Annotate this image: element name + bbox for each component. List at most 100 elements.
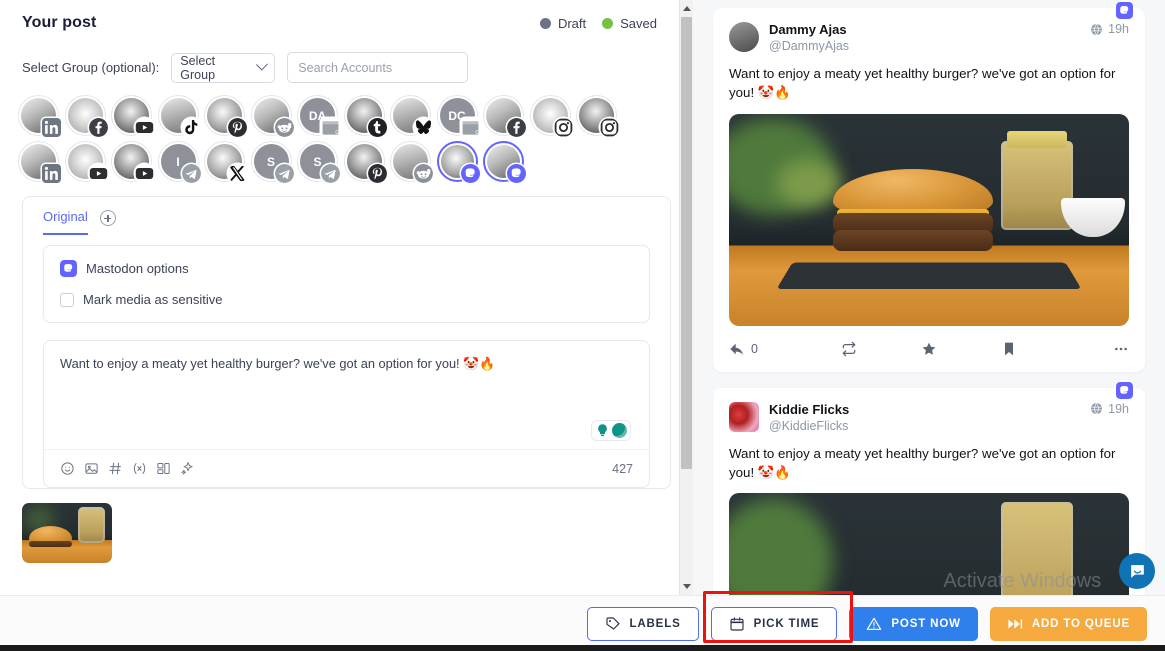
post-now-button[interactable]: POST NOW <box>849 606 978 641</box>
account-avatar-telegram[interactable]: S <box>297 141 340 183</box>
burger-patty-bottom <box>833 230 993 252</box>
account-avatar-telegram[interactable]: I <box>157 141 201 183</box>
linkedin-icon <box>42 164 61 183</box>
attached-media-thumbnail[interactable] <box>22 503 112 563</box>
sensitive-media-row[interactable]: Mark media as sensitive <box>60 292 633 307</box>
composer-card: Original Mastodon options Mark media as … <box>22 196 671 489</box>
platform-badge-youtube <box>88 164 108 183</box>
mastodon-icon <box>460 164 480 183</box>
select-group-dropdown[interactable]: Select Group <box>171 52 276 83</box>
account-avatar-google[interactable]: DA G <box>297 95 340 137</box>
chat-bubble-icon <box>1130 564 1144 578</box>
youtube-icon <box>89 167 107 180</box>
platform-badge-mastodon <box>507 164 526 183</box>
preview-handle: @DammyAjas <box>769 39 850 54</box>
account-avatar-mastodon[interactable] <box>436 141 480 183</box>
account-avatar-reddit[interactable] <box>250 95 294 137</box>
support-chat-button[interactable] <box>1119 553 1155 589</box>
bluesky-icon <box>415 120 432 134</box>
google-business-icon: G <box>462 121 479 136</box>
mastodon-options-title-row: Mastodon options <box>60 260 633 277</box>
account-avatar-google[interactable]: DC G <box>436 95 480 137</box>
platform-badge-tumblr <box>367 118 387 137</box>
group-selector-row: Select Group (optional): Select Group <box>0 32 693 83</box>
post-text-content[interactable]: Want to enjoy a meaty yet healthy burger… <box>44 341 649 449</box>
labels-button-label: LABELS <box>629 617 681 630</box>
scroll-up-arrow[interactable] <box>680 0 693 17</box>
account-avatar-pinterest[interactable] <box>204 95 247 137</box>
composer-header: Your post Draft Saved <box>0 0 693 32</box>
account-avatar-mastodon[interactable] <box>483 141 526 183</box>
chevron-down-icon <box>255 58 269 71</box>
composer-tabs: Original <box>23 197 670 235</box>
account-avatar-tiktok[interactable] <box>157 95 201 137</box>
add-to-queue-button-label: ADD TO QUEUE <box>1031 617 1130 630</box>
boost-icon <box>842 341 856 356</box>
account-avatar-tumblr[interactable] <box>343 95 387 137</box>
platform-badge-youtube <box>135 164 154 183</box>
platform-badge-youtube <box>135 118 154 137</box>
image-icon[interactable] <box>84 461 99 476</box>
ai-idea-badge[interactable] <box>591 420 631 441</box>
account-avatar-facebook[interactable] <box>483 95 526 137</box>
favourite-action[interactable] <box>889 341 969 357</box>
teal-circle-icon <box>612 423 627 438</box>
preview-post-text: Want to enjoy a meaty yet healthy burger… <box>729 66 1116 101</box>
pick-time-button[interactable]: PICK TIME <box>710 606 838 641</box>
account-avatar-telegram[interactable]: S <box>250 141 294 183</box>
more-action[interactable] <box>1049 341 1129 357</box>
preview-scroll-area: Dammy Ajas @DammyAjas 19h Want to enjoy … <box>693 0 1165 595</box>
platform-badge-telegram <box>321 164 340 183</box>
account-avatar-linkedin[interactable] <box>18 141 61 183</box>
add-to-queue-button[interactable]: ADD TO QUEUE <box>989 606 1147 641</box>
character-count: 427 <box>612 461 633 476</box>
queue-forward-icon <box>1008 618 1022 629</box>
status-badge-saved: Saved <box>602 16 657 31</box>
mastodon-options-label: Mastodon options <box>86 261 189 276</box>
composer-scrollbar[interactable] <box>679 0 693 595</box>
star-icon <box>922 342 936 355</box>
preview-meta: 19h <box>1090 402 1129 416</box>
scrollbar-thumb[interactable] <box>681 17 692 469</box>
boost-action[interactable] <box>809 341 889 357</box>
avatar <box>729 22 759 52</box>
account-avatar-youtube[interactable] <box>64 141 108 183</box>
account-avatar-youtube[interactable] <box>111 141 154 183</box>
tab-original[interactable]: Original <box>43 209 88 235</box>
bookmark-action[interactable] <box>969 341 1049 357</box>
scroll-down-arrow[interactable] <box>680 578 693 595</box>
preview-panel: Dammy Ajas @DammyAjas 19h Want to enjoy … <box>693 0 1165 651</box>
platform-badge-google: G <box>321 118 340 137</box>
account-avatar-reddit[interactable] <box>390 141 433 183</box>
emoji-icon[interactable] <box>60 461 75 476</box>
account-avatar-x[interactable] <box>204 141 247 183</box>
more-horizontal-icon <box>1115 347 1127 350</box>
ai-sparkle-icon[interactable] <box>180 461 195 476</box>
account-avatar-bluesky[interactable] <box>390 95 433 137</box>
google-business-icon: G <box>322 121 340 136</box>
facebook-icon <box>88 118 108 137</box>
search-accounts-input[interactable] <box>287 52 469 83</box>
svg-text:G: G <box>335 130 339 136</box>
platform-badge-linkedin <box>42 118 61 137</box>
post-text-editor[interactable]: Want to enjoy a meaty yet healthy burger… <box>43 340 650 488</box>
account-avatar-pinterest[interactable] <box>343 141 387 183</box>
account-avatar-facebook[interactable] <box>64 95 108 137</box>
mark-sensitive-checkbox[interactable] <box>60 292 74 307</box>
editor-toolbar: 427 <box>44 449 649 487</box>
hashtag-icon[interactable] <box>108 461 123 476</box>
account-avatar-instagram[interactable] <box>529 95 573 137</box>
labels-button[interactable]: LABELS <box>586 606 699 641</box>
account-avatar-instagram[interactable] <box>576 95 619 137</box>
facebook-icon <box>507 118 526 137</box>
account-avatar-linkedin[interactable] <box>18 95 61 137</box>
template-icon[interactable] <box>156 461 171 476</box>
linkedin-icon <box>42 118 61 137</box>
reply-action[interactable]: 0 <box>729 341 809 357</box>
mastodon-platform-badge <box>1114 379 1135 401</box>
variable-icon[interactable] <box>132 461 147 476</box>
platform-badge-reddit <box>274 118 294 137</box>
account-avatar-youtube[interactable] <box>111 95 154 137</box>
svg-text:G: G <box>475 130 479 136</box>
add-variation-button[interactable] <box>99 210 116 226</box>
